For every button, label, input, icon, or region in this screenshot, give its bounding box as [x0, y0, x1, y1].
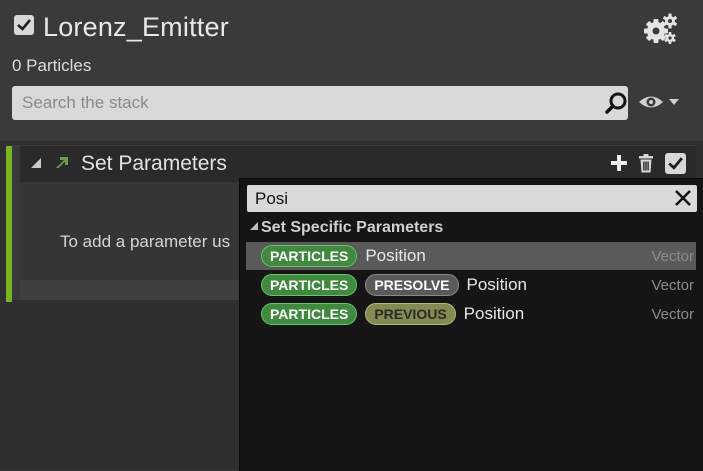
module-accent-bar — [6, 146, 12, 302]
search-icon[interactable] — [604, 91, 628, 115]
stack-search-input[interactable] — [20, 92, 584, 114]
close-icon[interactable] — [673, 188, 693, 208]
stack-search-field[interactable] — [12, 86, 628, 120]
parameter-search-input[interactable] — [253, 187, 657, 210]
namespace-pill: PARTICLES — [261, 274, 358, 296]
category-label: Set Specific Parameters — [261, 219, 444, 236]
parameter-type: Vector — [651, 305, 694, 323]
module-title: Set Parameters — [81, 152, 227, 175]
set-parameters-icon — [56, 157, 68, 168]
trash-icon[interactable] — [638, 154, 654, 173]
parameter-row[interactable]: PARTICLES Position Vector — [246, 242, 696, 270]
parameter-row[interactable]: PARTICLES PREVIOUS Position Vector — [246, 300, 696, 328]
parameter-name: Position — [466, 275, 527, 294]
category-collapse-icon[interactable] — [250, 222, 258, 230]
eye-icon[interactable] — [637, 92, 685, 112]
namespace-pill: PARTICLES — [261, 303, 358, 325]
namespace-pill: PREVIOUS — [365, 303, 456, 325]
module-enabled-checkbox[interactable] — [665, 153, 686, 174]
particle-count: 0 Particles — [12, 56, 92, 75]
chevron-down-icon — [669, 99, 679, 105]
namespace-pill: PARTICLES — [261, 245, 358, 267]
check-icon — [17, 19, 31, 31]
parameter-type: Vector — [651, 276, 694, 294]
plus-icon[interactable] — [610, 154, 628, 172]
namespace-pill: PRESOLVE — [365, 274, 459, 296]
parameter-type: Vector — [651, 247, 694, 265]
parameter-search-field[interactable] — [247, 185, 697, 212]
check-icon — [668, 157, 683, 170]
parameter-row[interactable]: PARTICLES PRESOLVE Position Vector — [246, 271, 696, 299]
collapse-triangle-icon[interactable] — [31, 158, 41, 168]
add-parameter-hint: To add a parameter us — [60, 232, 231, 251]
emitter-enabled-checkbox[interactable] — [14, 15, 34, 35]
gear-icon[interactable] — [642, 13, 678, 45]
parameter-name: Position — [365, 246, 426, 265]
emitter-title: Lorenz_Emitter — [43, 12, 229, 42]
parameter-name: Position — [463, 304, 525, 323]
